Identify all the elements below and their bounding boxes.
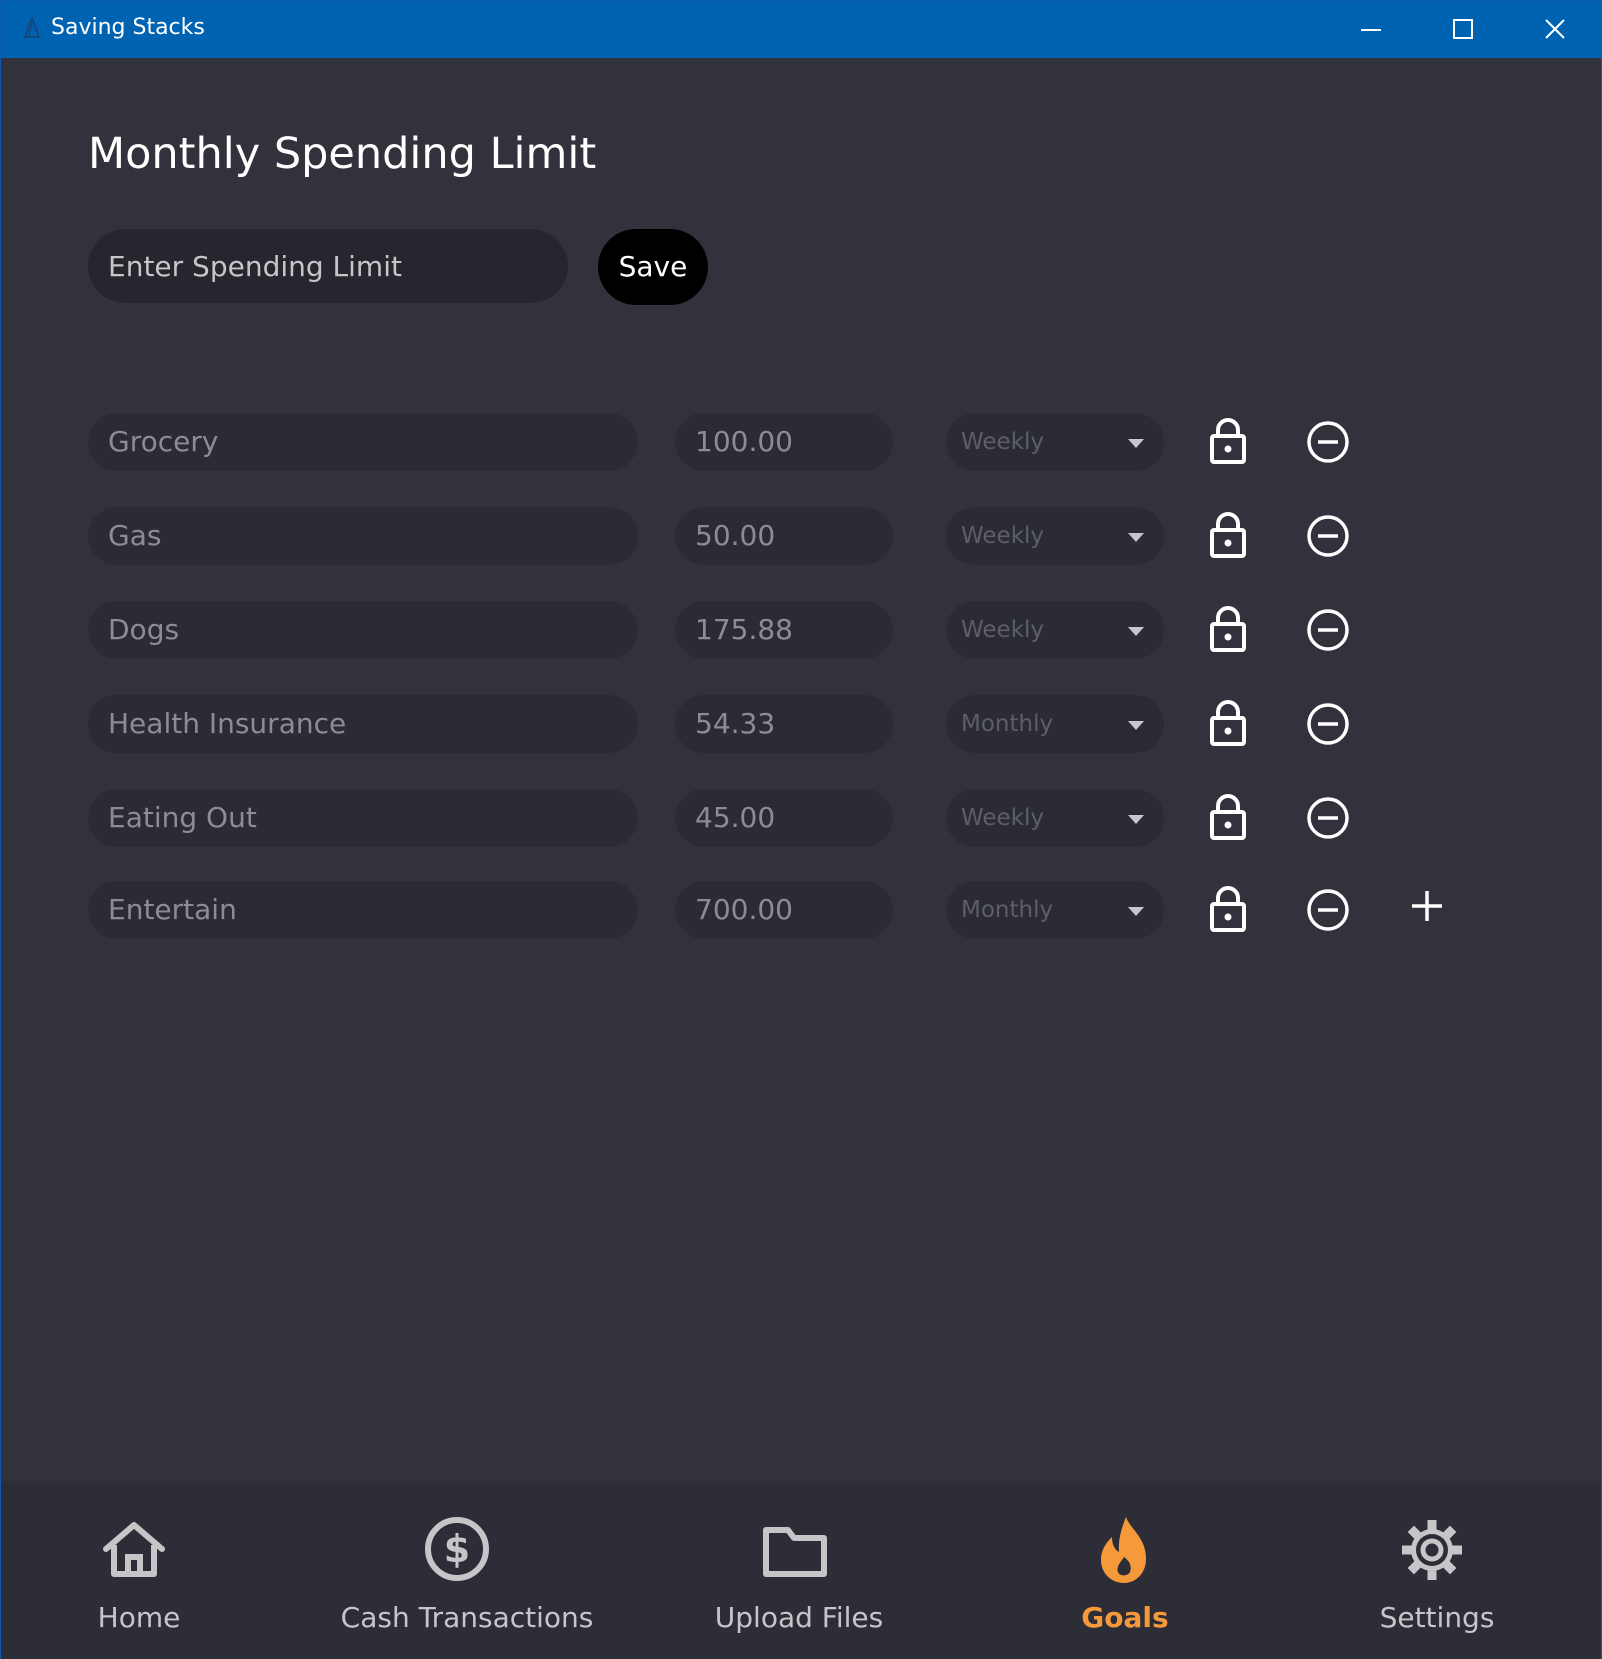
window-title: Saving Stacks <box>51 15 205 40</box>
frequency-value: Weekly <box>961 429 1045 455</box>
dollar-circle-icon: $ <box>425 1517 489 1581</box>
save-button[interactable]: Save <box>598 229 708 305</box>
category-row: Gas 50.00 Weekly <box>1 507 1601 565</box>
category-amount-field[interactable]: 700.00 <box>675 881 893 939</box>
category-name-field[interactable]: Eating Out <box>88 789 638 847</box>
frequency-value: Weekly <box>961 617 1045 643</box>
nav-label: Goals <box>1081 1601 1169 1634</box>
app-logo-icon <box>23 17 41 38</box>
close-icon <box>1545 19 1565 39</box>
chevron-down-icon <box>1128 439 1144 448</box>
frequency-dropdown[interactable]: Monthly <box>946 881 1164 939</box>
home-icon <box>103 1522 165 1577</box>
frequency-dropdown[interactable]: Monthly <box>946 695 1164 753</box>
category-row: Dogs 175.88 Weekly <box>1 601 1601 659</box>
frequency-dropdown[interactable]: Weekly <box>946 507 1164 565</box>
frequency-value: Monthly <box>961 897 1054 923</box>
nav-label: Cash Transactions <box>340 1601 594 1634</box>
chevron-down-icon <box>1128 721 1144 730</box>
lock-icon[interactable] <box>1209 606 1247 652</box>
bottom-nav: Home $ Cash Transactions Upload Files Go… <box>1 1481 1601 1659</box>
lock-icon[interactable] <box>1209 418 1247 464</box>
page-title: Monthly Spending Limit <box>88 129 597 179</box>
chevron-down-icon <box>1128 627 1144 636</box>
frequency-value: Weekly <box>961 805 1045 831</box>
minimize-button[interactable] <box>1325 1 1417 58</box>
maximize-button[interactable] <box>1417 1 1509 58</box>
svg-text:$: $ <box>444 1527 470 1571</box>
category-name-field[interactable]: Health Insurance <box>88 695 638 753</box>
spending-limit-input[interactable] <box>88 229 568 303</box>
category-row: Health Insurance 54.33 Monthly <box>1 695 1601 753</box>
lock-icon[interactable] <box>1209 512 1247 558</box>
remove-icon[interactable] <box>1306 420 1350 464</box>
category-name-field[interactable]: Grocery <box>88 413 638 471</box>
category-amount-field[interactable]: 100.00 <box>675 413 893 471</box>
nav-upload-files[interactable]: Upload Files <box>669 1481 929 1659</box>
frequency-dropdown[interactable]: Weekly <box>946 413 1164 471</box>
nav-label: Upload Files <box>714 1601 884 1634</box>
folder-icon <box>763 1527 827 1577</box>
title-bar[interactable]: Saving Stacks <box>1 1 1601 58</box>
flame-icon <box>1101 1517 1146 1583</box>
nav-cash-transactions[interactable]: $ Cash Transactions <box>337 1481 597 1659</box>
lock-icon[interactable] <box>1209 794 1247 840</box>
remove-icon[interactable] <box>1306 796 1350 840</box>
maximize-icon <box>1453 19 1473 39</box>
add-category-icon[interactable] <box>1410 889 1444 923</box>
minimize-icon <box>1361 29 1381 31</box>
frequency-value: Weekly <box>961 523 1045 549</box>
category-row: Entertain 700.00 Monthly <box>1 881 1601 939</box>
remove-icon[interactable] <box>1306 702 1350 746</box>
chevron-down-icon <box>1128 815 1144 824</box>
remove-icon[interactable] <box>1306 888 1350 932</box>
category-row: Eating Out 45.00 Weekly <box>1 789 1601 847</box>
lock-icon[interactable] <box>1209 886 1247 932</box>
frequency-dropdown[interactable]: Weekly <box>946 789 1164 847</box>
frequency-dropdown[interactable]: Weekly <box>946 601 1164 659</box>
remove-icon[interactable] <box>1306 608 1350 652</box>
category-name-field[interactable]: Dogs <box>88 601 638 659</box>
lock-icon[interactable] <box>1209 700 1247 746</box>
category-row: Grocery 100.00 Weekly <box>1 413 1601 471</box>
nav-label: Home <box>97 1601 181 1634</box>
nav-settings[interactable]: Settings <box>1307 1481 1567 1659</box>
chevron-down-icon <box>1128 907 1144 916</box>
nav-label: Settings <box>1379 1601 1495 1634</box>
category-amount-field[interactable]: 50.00 <box>675 507 893 565</box>
nav-home[interactable]: Home <box>9 1481 269 1659</box>
category-amount-field[interactable]: 175.88 <box>675 601 893 659</box>
frequency-value: Monthly <box>961 711 1054 737</box>
close-button[interactable] <box>1509 1 1601 58</box>
chevron-down-icon <box>1128 533 1144 542</box>
gear-icon <box>1402 1520 1462 1580</box>
nav-goals[interactable]: Goals <box>995 1481 1255 1659</box>
category-amount-field[interactable]: 54.33 <box>675 695 893 753</box>
remove-icon[interactable] <box>1306 514 1350 558</box>
category-name-field[interactable]: Gas <box>88 507 638 565</box>
category-amount-field[interactable]: 45.00 <box>675 789 893 847</box>
category-name-field[interactable]: Entertain <box>88 881 638 939</box>
app-window: Saving Stacks Monthly Spending Limit Sav… <box>0 0 1602 1659</box>
